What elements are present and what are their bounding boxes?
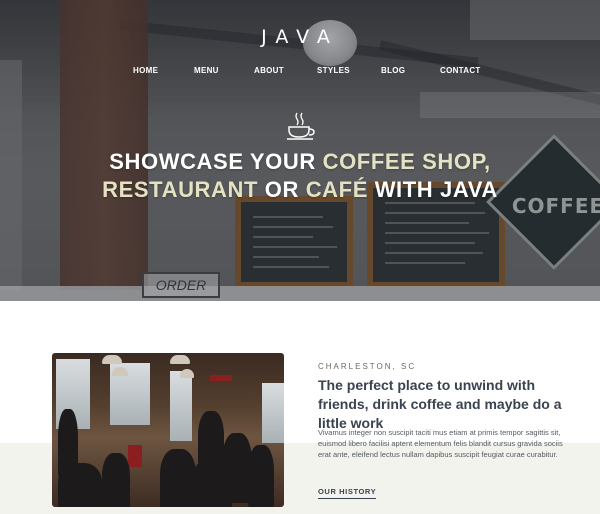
section-title: The perfect place to unwind with friends… [318,377,562,431]
location-kicker: CHARLESTON, SC [318,362,417,371]
section-body: Vivamus integer non suscipit taciti mus … [318,428,563,459]
nav-menu[interactable]: MENU [194,66,219,75]
main-nav: HOME MENU ABOUT STYLES BLOG CONTACT [0,66,600,80]
headline-text: WITH JAVA [367,177,498,202]
headline-text: SHOWCASE YOUR [109,149,323,174]
nav-about[interactable]: ABOUT [254,66,284,75]
nav-home[interactable]: HOME [133,66,158,75]
headline-text: OR [258,177,306,202]
our-history-link[interactable]: OUR HISTORY [318,487,377,499]
headline-highlight: COFFEE SHOP, [322,149,491,174]
coffee-cup-icon [287,112,315,140]
hero-headline: SHOWCASE YOUR COFFEE SHOP, RESTAURANT OR… [0,148,600,204]
headline-highlight: RESTAURANT [102,177,259,202]
nav-blog[interactable]: BLOG [381,66,405,75]
site-logo[interactable]: JAVA [0,26,600,48]
nav-contact[interactable]: CONTACT [440,66,481,75]
headline-highlight: CAFÉ [305,177,368,202]
cafe-interior-photo [52,353,284,507]
nav-styles[interactable]: STYLES [317,66,350,75]
hero-section: COFFEE ORDER HERE JAVA HOME MENU ABOUT S… [0,0,600,301]
